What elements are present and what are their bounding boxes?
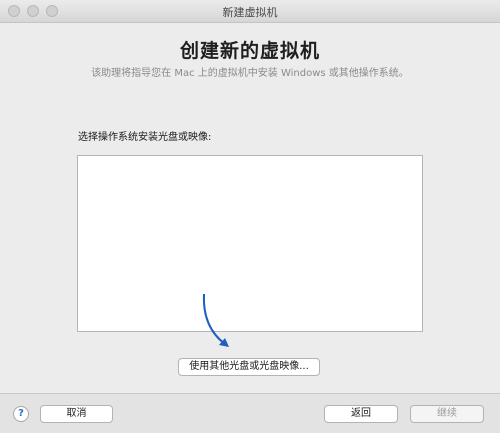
help-button[interactable]: ? [13, 406, 29, 422]
install-source-label: 选择操作系统安装光盘或映像: [78, 132, 212, 143]
use-other-disc-button[interactable]: 使用其他光盘或光盘映像... [178, 358, 320, 376]
install-source-list[interactable] [77, 155, 423, 332]
title-bar: 新建虚拟机 [0, 0, 500, 23]
page-subtitle: 该助理将指导您在 Mac 上的虚拟机中安装 Windows 或其他操作系统。 [91, 68, 409, 79]
back-button[interactable]: 返回 [324, 405, 398, 423]
cancel-button[interactable]: 取消 [40, 405, 113, 423]
window-title: 新建虚拟机 [222, 6, 278, 19]
footer-bar: ? 取消 返回 继续 [0, 393, 500, 433]
continue-button[interactable]: 继续 [410, 405, 484, 423]
annotation-arrow-icon [202, 293, 229, 347]
new-vm-window: 新建虚拟机 创建新的虚拟机 该助理将指导您在 Mac 上的虚拟机中安装 Wind… [0, 0, 500, 433]
page-title: 创建新的虚拟机 [179, 40, 320, 62]
